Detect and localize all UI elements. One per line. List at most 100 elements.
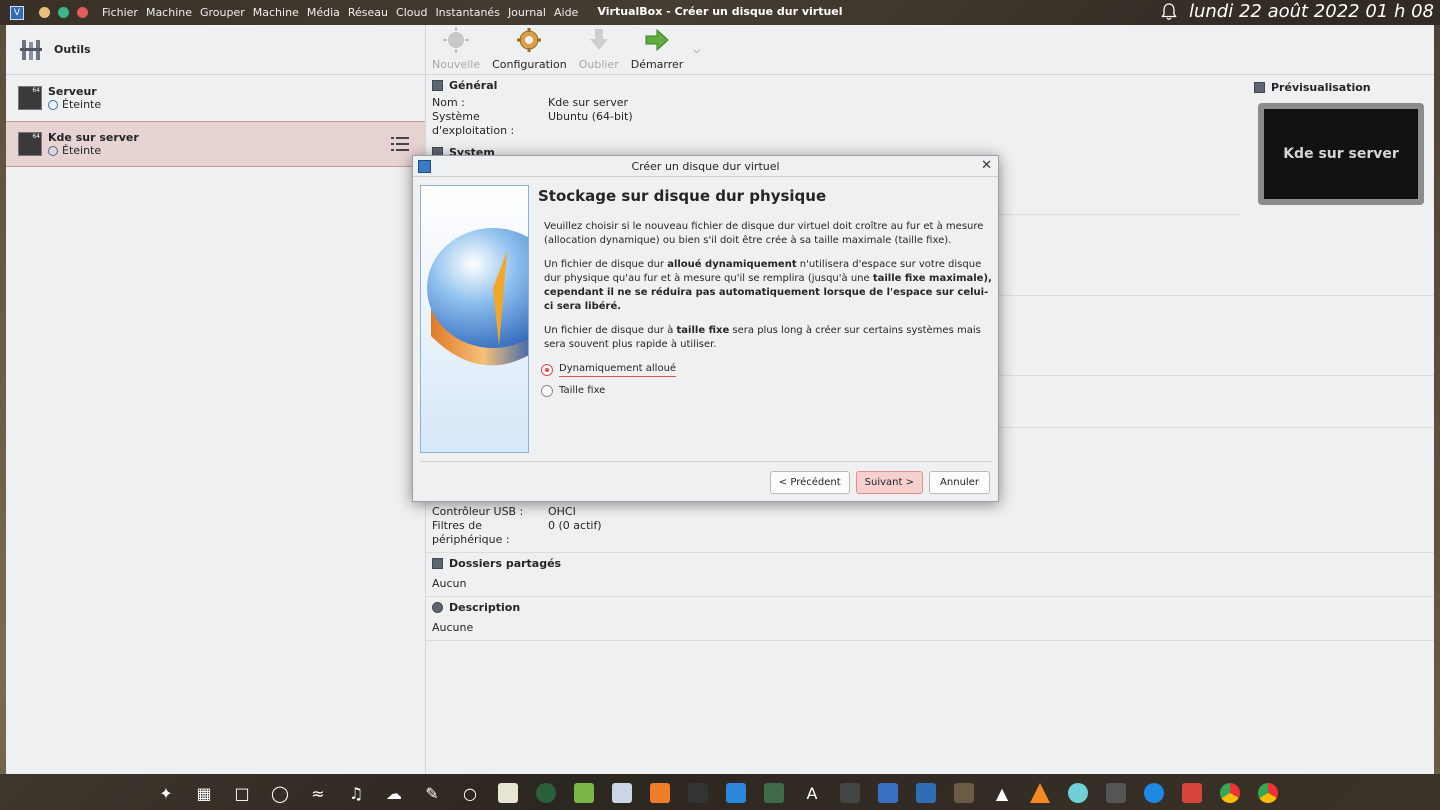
bulb-icon[interactable]: ◯ <box>266 780 294 806</box>
terminal-icon[interactable] <box>684 780 712 806</box>
vm-name: Serveur <box>48 85 97 98</box>
preview-frame: Kde sur server <box>1258 103 1424 205</box>
menu-grouper[interactable]: Grouper <box>196 6 249 19</box>
vm-item-kde-sur-server[interactable]: Kde sur server Éteinte <box>6 121 425 167</box>
new-vm-label: Nouvelle <box>432 58 481 71</box>
speech-bubble-icon <box>432 602 443 613</box>
ubuntu-vm-icon <box>18 132 42 156</box>
detail-row-description: Aucune <box>432 621 474 634</box>
back-button[interactable]: < Précédent <box>769 471 850 494</box>
vlc-icon[interactable] <box>1026 780 1054 806</box>
inkscape-icon[interactable]: ▲ <box>988 780 1016 806</box>
vm-list-pane: Outils Serveur Éteinte Kde sur server Ét… <box>6 25 426 774</box>
dynamic-paragraph: Un fichier de disque dur alloué dynamiqu… <box>544 259 992 312</box>
description-title: Description <box>426 597 1434 618</box>
menu: Fichier Machine Grouper Machine Média Ré… <box>98 6 582 19</box>
files-icon[interactable] <box>494 780 522 806</box>
cancel-button[interactable]: Annuler <box>929 471 990 494</box>
tools-label: Outils <box>54 43 91 56</box>
radio-dynamic-indicator[interactable] <box>541 363 553 376</box>
volume-icon[interactable]: ♫ <box>342 780 370 806</box>
power-off-icon <box>48 145 58 156</box>
window-switcher-icon[interactable]: □ <box>228 780 256 806</box>
menu-reseau[interactable]: Réseau <box>344 6 392 19</box>
app-grid-icon[interactable]: ▦ <box>190 780 218 806</box>
taskbar-dock: ✦ ▦ □ ◯ ≈ ♫ ☁ ✎ ○ A ▲ <box>0 774 1440 810</box>
radio-fixed-label[interactable]: Taille fixe <box>559 384 605 398</box>
radio-fixed[interactable]: Taille fixe <box>541 384 992 398</box>
globe-icon[interactable] <box>532 780 560 806</box>
radio-fixed-indicator[interactable] <box>541 385 553 397</box>
bell-icon[interactable] <box>1161 2 1177 21</box>
tools-icon <box>20 39 42 60</box>
sublime-icon[interactable] <box>646 780 674 806</box>
menu-instantanes[interactable]: Instantanés <box>431 6 504 19</box>
virtualbox-dock-icon[interactable] <box>912 780 940 806</box>
new-vm-button[interactable]: Nouvelle <box>426 27 486 74</box>
bird-icon[interactable] <box>1140 780 1168 806</box>
menu-media[interactable]: Média <box>303 6 344 19</box>
window-controls <box>39 7 88 18</box>
maximize-button[interactable] <box>58 7 69 18</box>
settings-button[interactable]: Configuration <box>486 27 573 74</box>
menu-machine-2[interactable]: Machine <box>249 6 303 19</box>
store-icon[interactable] <box>874 780 902 806</box>
detail-row-usb: Contrôleur USB : OHCI <box>432 505 576 518</box>
main-toolbar: Nouvelle Configuration Oublier Démarrer … <box>426 25 1434 75</box>
discard-button[interactable]: Oublier <box>573 27 625 74</box>
pen-icon[interactable]: ✎ <box>418 780 446 806</box>
vm-state: Éteinte <box>62 98 102 111</box>
lower-details: Contrôleur USB : OHCI Filtres de périphér… <box>426 505 1434 641</box>
next-button[interactable]: Suivant > <box>855 471 923 494</box>
folder-icon[interactable] <box>722 780 750 806</box>
preview-title: Prévisualisation <box>1254 77 1434 98</box>
down-arrow-icon <box>589 29 608 50</box>
menu-machine[interactable]: Machine <box>142 6 196 19</box>
pie-disk-icon <box>427 228 528 366</box>
dialog-titlebar[interactable]: Créer un disque dur virtuel ✕ <box>413 156 998 177</box>
dialog-buttons: < Précédent Suivant > Annuler <box>769 471 990 494</box>
close-window-button[interactable] <box>77 7 88 18</box>
menu-fichier[interactable]: Fichier <box>98 6 142 19</box>
chevron-down-icon[interactable]: ⌵ <box>693 46 700 56</box>
archive-icon[interactable] <box>1178 780 1206 806</box>
circle-icon[interactable]: ○ <box>456 780 484 806</box>
new-sun-icon <box>443 27 470 53</box>
fixed-paragraph: Un fichier de disque dur à taille fixe s… <box>544 325 981 350</box>
terminal-2-icon[interactable] <box>1102 780 1130 806</box>
vm-menu-icon[interactable] <box>391 136 409 152</box>
menu-aide[interactable]: Aide <box>550 6 582 19</box>
monitor-icon <box>1254 82 1265 93</box>
minimize-button[interactable] <box>39 7 50 18</box>
vm-state: Éteinte <box>62 144 102 157</box>
cloud-icon[interactable]: ☁ <box>380 780 408 806</box>
shared-folders-title: Dossiers partagés <box>426 553 1434 574</box>
start-button[interactable]: Démarrer <box>625 27 690 74</box>
ubuntu-vm-icon <box>18 86 42 110</box>
tools-row[interactable]: Outils <box>6 25 425 75</box>
monitor-icon <box>432 80 443 91</box>
vm-name: Kde sur server <box>48 131 139 144</box>
top-menu-bar: V Fichier Machine Grouper Machine Média … <box>0 0 1440 25</box>
mail-icon[interactable] <box>1064 780 1092 806</box>
menu-cloud[interactable]: Cloud <box>392 6 431 19</box>
launcher-icon[interactable]: ✦ <box>152 780 180 806</box>
vm-item-serveur[interactable]: Serveur Éteinte <box>6 75 425 121</box>
radio-dynamic[interactable]: Dynamiquement alloué <box>541 362 992 377</box>
hard-disk-illustration <box>420 185 529 453</box>
calculator-icon[interactable] <box>836 780 864 806</box>
chart-icon[interactable] <box>760 780 788 806</box>
gimp-icon[interactable] <box>950 780 978 806</box>
font-icon[interactable]: A <box>798 780 826 806</box>
cube-icon[interactable] <box>608 780 636 806</box>
chrome-2-icon[interactable] <box>1254 780 1282 806</box>
power-off-icon <box>48 99 58 110</box>
close-icon[interactable]: ✕ <box>981 158 992 173</box>
discard-label: Oublier <box>578 58 619 71</box>
chrome-icon[interactable] <box>1216 780 1244 806</box>
wifi-icon[interactable]: ≈ <box>304 780 332 806</box>
menu-journal[interactable]: Journal <box>504 6 550 19</box>
radio-dynamic-label[interactable]: Dynamiquement alloué <box>559 362 677 377</box>
preview-screen: Kde sur server <box>1264 109 1418 199</box>
android-icon[interactable] <box>570 780 598 806</box>
